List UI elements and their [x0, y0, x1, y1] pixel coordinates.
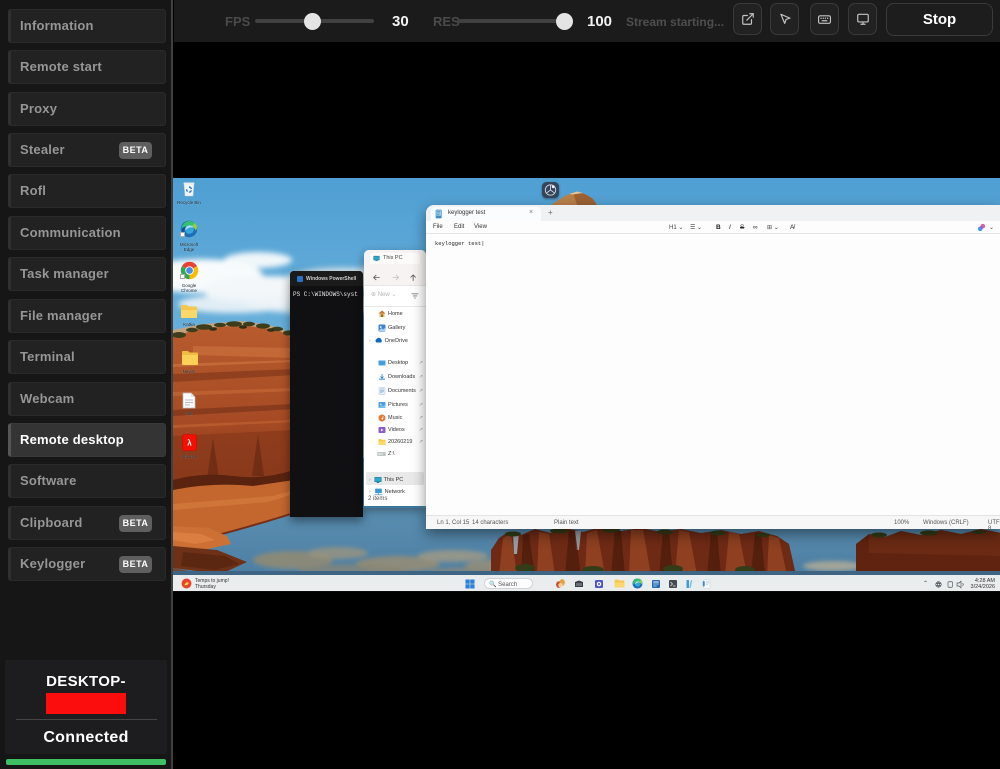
- svg-text:λ: λ: [187, 439, 192, 448]
